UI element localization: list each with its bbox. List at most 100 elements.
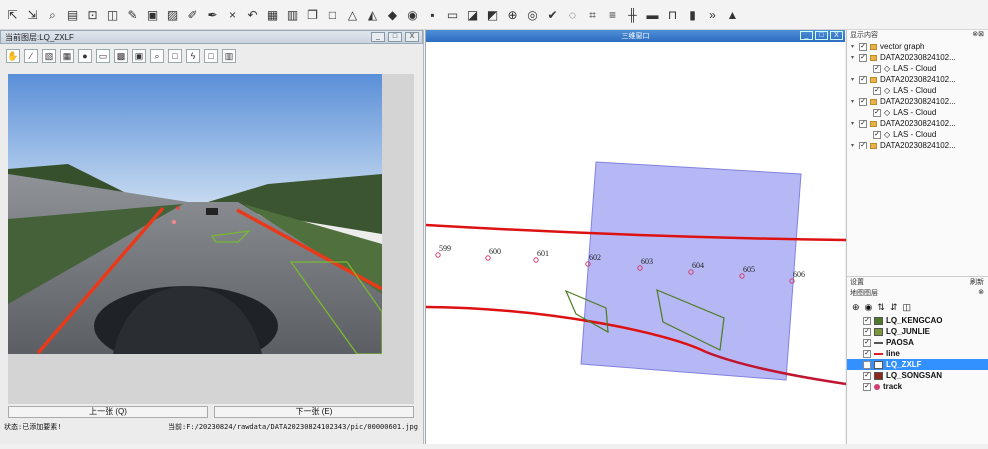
image-tool-4-icon[interactable]: ● — [78, 49, 92, 63]
tunnel-icon[interactable]: ▬ — [644, 6, 661, 23]
edit-icon[interactable]: ✎ — [124, 6, 141, 23]
image-tool-1-icon[interactable]: ∕ — [24, 49, 38, 63]
terrain-icon[interactable]: △ — [344, 6, 361, 23]
map-icon[interactable]: ⊡ — [84, 6, 101, 23]
square-icon[interactable]: □ — [324, 6, 341, 23]
book-icon[interactable]: ▮ — [684, 6, 701, 23]
picture-icon[interactable]: ▭ — [444, 6, 461, 23]
road-icon[interactable]: ≡ — [604, 6, 621, 23]
content-tree-item[interactable]: ✓ ◇ LAS - Cloud — [847, 107, 988, 118]
image-tool-6-icon[interactable]: ▩ — [114, 49, 128, 63]
image-tool-9-icon[interactable]: □ — [168, 49, 182, 63]
draw-icon[interactable]: ✐ — [184, 6, 201, 23]
layer-tool-0-icon[interactable]: ⊕ — [852, 302, 860, 313]
visibility-checkbox[interactable]: ✓ — [873, 108, 881, 117]
layer-tool-2-icon[interactable]: ⇅ — [877, 302, 885, 313]
ok-icon[interactable]: ✔ — [544, 6, 561, 23]
camera-icon[interactable]: ◉ — [404, 6, 421, 23]
visibility-checkbox[interactable]: ✓ — [873, 130, 881, 139]
layer-item[interactable]: ✓ LQ_KENGCAO — [847, 315, 988, 326]
image-tool-5-icon[interactable]: ▭ — [96, 49, 110, 63]
visibility-checkbox[interactable]: ✓ — [873, 64, 881, 73]
layer-item[interactable]: ✓ track — [847, 381, 988, 392]
close-button[interactable]: X — [405, 32, 419, 42]
image-tool-8-icon[interactable]: ⌕ — [150, 49, 164, 63]
print-icon[interactable]: ▥ — [284, 6, 301, 23]
visibility-checkbox[interactable]: ✓ — [859, 75, 867, 84]
image-tool-10-icon[interactable]: ϟ — [186, 49, 200, 63]
image-tool-3-icon[interactable]: ▦ — [60, 49, 74, 63]
layer-tool-3-icon[interactable]: ⇵ — [890, 302, 898, 313]
measure-icon[interactable]: ⌗ — [584, 6, 601, 23]
layer-item[interactable]: ✓ LQ_SONGSAN — [847, 370, 988, 381]
mountain-icon[interactable]: ◭ — [364, 6, 381, 23]
expand-icon[interactable]: ▾ — [851, 76, 859, 83]
visibility-checkbox[interactable]: ✓ — [859, 97, 867, 106]
refresh-button[interactable]: 刷新 — [970, 277, 984, 288]
layer-visibility-checkbox[interactable]: ✓ — [863, 327, 871, 336]
grid-icon[interactable]: ╫ — [624, 6, 641, 23]
layer-tool-4-icon[interactable]: ◫ — [903, 302, 912, 313]
image-tool-2-icon[interactable]: ▧ — [42, 49, 56, 63]
minimize-button[interactable]: _ — [371, 32, 385, 42]
map-canvas[interactable]: 599 600 601 602 603 604 605 606 — [425, 42, 847, 444]
settings-button[interactable]: 设置 — [850, 277, 864, 288]
layer-visibility-checkbox[interactable]: ✓ — [863, 338, 871, 347]
expand-icon[interactable]: ▾ — [851, 98, 859, 105]
content-tree-item[interactable]: ▾ ✓ DATA20230824102... — [847, 96, 988, 107]
pen-icon[interactable]: ✒ — [204, 6, 221, 23]
undo-icon[interactable]: ↶ — [244, 6, 261, 23]
extra-icon[interactable]: ▲ — [724, 6, 741, 23]
expand-icon[interactable]: ▾ — [851, 142, 859, 149]
identify-icon[interactable]: ⌕ — [44, 6, 61, 23]
visibility-checkbox[interactable]: ✓ — [859, 42, 867, 51]
visibility-checkbox[interactable]: ✓ — [859, 141, 867, 149]
layer-item[interactable]: ✓ line — [847, 348, 988, 359]
pointer-icon[interactable]: ⇱ — [4, 6, 21, 23]
content-tree-item[interactable]: ✓ ◇ LAS - Cloud — [847, 129, 988, 140]
phone-icon[interactable]: ⊓ — [664, 6, 681, 23]
map-maximize-button[interactable]: □ — [815, 31, 828, 40]
content-tree-item[interactable]: ✓ ◇ LAS - Cloud — [847, 63, 988, 74]
view3d-icon[interactable]: ❐ — [304, 6, 321, 23]
content-tree-item[interactable]: ▾ ✓ DATA20230824102... — [847, 118, 988, 129]
image-tool-12-icon[interactable]: ▥ — [222, 49, 236, 63]
layer-tool-1-icon[interactable]: ◉ — [865, 302, 873, 313]
layer-visibility-checkbox[interactable]: ✓ — [863, 316, 871, 325]
content-tree-item[interactable]: ▾ ✓ vector graph — [847, 41, 988, 52]
expand-icon[interactable]: ▾ — [851, 120, 859, 127]
content-tree-item[interactable]: ✓ ◇ LAS - Cloud — [847, 85, 988, 96]
photo-icon[interactable]: ◩ — [484, 6, 501, 23]
visibility-checkbox[interactable]: ✓ — [859, 119, 867, 128]
zoom-icon[interactable]: ⊕ — [504, 6, 521, 23]
image-tool-0-icon[interactable]: ✋ — [6, 49, 20, 63]
image-icon[interactable]: ▨ — [164, 6, 181, 23]
content-tree-item[interactable]: ▾ ✓ DATA20230824102... — [847, 52, 988, 63]
visibility-checkbox[interactable]: ✓ — [859, 53, 867, 62]
save-icon[interactable]: ▦ — [264, 6, 281, 23]
track-point[interactable] — [533, 257, 539, 263]
prev-image-button[interactable]: 上一张 (Q) — [8, 406, 208, 418]
target-icon[interactable]: ◌ — [564, 6, 581, 23]
map-view-window[interactable]: 三维窗口 _ □ X 599 600 601 602 603 604 605 606 — [425, 30, 847, 444]
next-image-button[interactable]: 下一张 (E) — [214, 406, 414, 418]
frame-icon[interactable]: ◫ — [104, 6, 121, 23]
more-icon[interactable]: » — [704, 6, 721, 23]
content-tree-item[interactable]: ▾ ✓ DATA20230824102... — [847, 74, 988, 85]
content-tree-item[interactable]: ▾ ✓ DATA20230824102... — [847, 140, 988, 149]
layer-item[interactable]: ✓ PAOSA — [847, 337, 988, 348]
layers-pin-icon[interactable]: ⊗ — [978, 288, 984, 299]
layer-item[interactable]: ✓ LQ_JUNLIE — [847, 326, 988, 337]
map-minimize-button[interactable]: _ — [800, 31, 813, 40]
chart-icon[interactable]: ◪ — [464, 6, 481, 23]
layer-item[interactable]: ✓ LQ_ZXLF — [847, 359, 988, 370]
image-tool-11-icon[interactable]: □ — [204, 49, 218, 63]
track-point[interactable] — [485, 255, 491, 261]
capture-icon[interactable]: ▪ — [424, 6, 441, 23]
web-icon[interactable]: ◎ — [524, 6, 541, 23]
map-close-button[interactable]: X — [830, 31, 843, 40]
close-icon[interactable]: × — [224, 6, 241, 23]
layer-visibility-checkbox[interactable]: ✓ — [863, 371, 871, 380]
road-photo[interactable] — [8, 74, 382, 354]
layer-visibility-checkbox[interactable]: ✓ — [863, 349, 871, 358]
